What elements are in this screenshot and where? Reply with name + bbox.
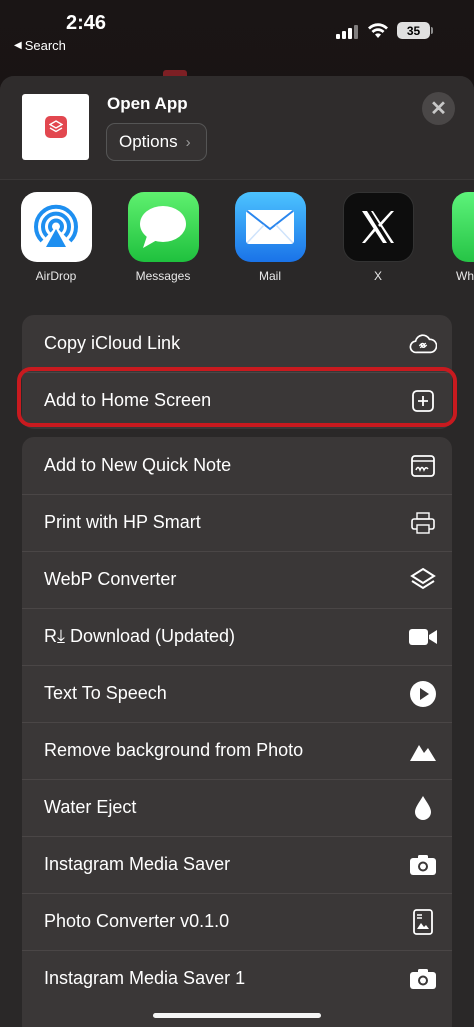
printer-icon	[409, 509, 437, 537]
play-circle-icon	[409, 680, 437, 708]
mail-icon	[234, 192, 306, 262]
close-icon: ✕	[430, 98, 447, 120]
action-label: Add to New Quick Note	[44, 455, 232, 475]
share-app-messages[interactable]: Messages	[118, 192, 208, 283]
share-sheet-header: Open App Options › ✕	[0, 76, 474, 180]
action-label: Water Eject	[44, 797, 137, 817]
action-label: Print with HP Smart	[44, 512, 201, 532]
shortcuts-icon	[44, 116, 67, 138]
app-label: Messages	[135, 269, 191, 283]
share-title: Open App	[107, 94, 188, 113]
options-button[interactable]: Options ›	[106, 123, 207, 161]
quick-note-icon	[409, 452, 437, 480]
cellular-signal-icon	[336, 25, 358, 39]
battery-indicator: 35	[397, 22, 430, 39]
camera-icon	[409, 851, 437, 879]
share-apps-row: AirDrop Messages Mail X Wh	[0, 192, 474, 292]
action-text-to-speech[interactable]: Text To Speech	[22, 665, 452, 722]
back-search-label: Search	[24, 38, 66, 53]
mountain-icon	[409, 737, 437, 765]
home-indicator[interactable]	[153, 1013, 321, 1018]
share-app-x[interactable]: X	[333, 192, 423, 283]
share-app-whatsapp[interactable]: Wh	[440, 192, 474, 283]
airdrop-icon	[20, 192, 92, 262]
layers-icon	[409, 566, 437, 594]
cloud-link-icon	[409, 330, 437, 358]
back-triangle-icon: ◀	[14, 40, 22, 51]
action-water-eject[interactable]: Water Eject	[22, 779, 452, 836]
share-sheet: Open App Options › ✕ AirDrop Messages Ma…	[0, 76, 474, 1027]
app-label: X	[373, 269, 382, 283]
app-label: Wh	[456, 269, 474, 283]
action-group-shortcuts: Add to New Quick Note Print with HP Smar…	[22, 437, 452, 1027]
action-label: WebP Converter	[44, 569, 177, 589]
action-instagram-media-saver[interactable]: Instagram Media Saver	[22, 836, 452, 893]
action-label: R⤓ Download (Updated)	[44, 626, 236, 646]
battery-tip	[431, 27, 433, 34]
whatsapp-icon	[452, 192, 474, 262]
photo-document-icon	[409, 908, 437, 936]
action-photo-converter[interactable]: Photo Converter v0.1.0	[22, 893, 452, 950]
action-remove-background[interactable]: Remove background from Photo	[22, 722, 452, 779]
action-instagram-media-saver-1[interactable]: Instagram Media Saver 1	[22, 950, 452, 1007]
x-logo-icon	[342, 192, 414, 262]
action-label: Photo Converter v0.1.0	[44, 911, 230, 931]
action-quick-note[interactable]: Add to New Quick Note	[22, 437, 452, 494]
camera-icon	[409, 965, 437, 993]
app-thumbnail	[22, 94, 89, 160]
close-button[interactable]: ✕	[422, 92, 455, 125]
action-r-download[interactable]: R⤓ Download (Updated)	[22, 608, 452, 665]
action-copy-icloud-link[interactable]: Copy iCloud Link	[22, 315, 452, 372]
wifi-icon	[368, 23, 388, 38]
action-webp-converter[interactable]: WebP Converter	[22, 551, 452, 608]
back-to-search-link[interactable]: ◀ Search	[14, 38, 66, 53]
action-label: Text To Speech	[44, 683, 167, 703]
action-label: Remove background from Photo	[44, 740, 304, 760]
app-label: AirDrop	[35, 269, 77, 283]
action-label: Instagram Media Saver 1	[44, 968, 246, 988]
status-time: 2:46	[66, 12, 107, 34]
video-camera-icon	[409, 623, 437, 651]
action-label: Instagram Media Saver	[44, 854, 231, 874]
chevron-right-icon: ›	[185, 133, 191, 151]
options-label: Options	[119, 132, 178, 151]
action-print-hp-smart[interactable]: Print with HP Smart	[22, 494, 452, 551]
share-app-airdrop[interactable]: AirDrop	[11, 192, 101, 283]
action-label: Copy iCloud Link	[44, 333, 181, 353]
share-app-mail[interactable]: Mail	[225, 192, 315, 283]
app-label: Mail	[258, 269, 281, 283]
highlight-outline	[17, 367, 457, 427]
messages-icon	[127, 192, 199, 262]
water-drop-icon	[409, 794, 437, 822]
